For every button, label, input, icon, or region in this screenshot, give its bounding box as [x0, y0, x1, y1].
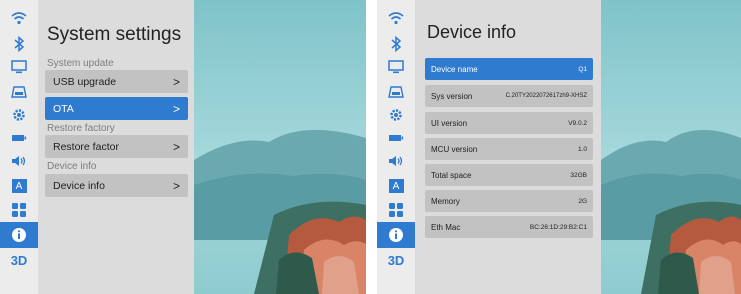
info-key: Eth Mac: [431, 222, 461, 232]
language-icon[interactable]: A: [383, 176, 409, 196]
info-value: 1.0: [577, 145, 587, 153]
projector-icon[interactable]: [6, 82, 32, 102]
info-value: 32GB: [570, 171, 587, 179]
ota-button[interactable]: OTA >: [45, 97, 188, 120]
info-value: 2G: [578, 197, 587, 205]
info-key: Total space: [431, 170, 472, 180]
bluetooth-icon[interactable]: [6, 34, 32, 54]
device-info-button[interactable]: Device info >: [45, 174, 188, 197]
apps-icon[interactable]: [383, 200, 409, 220]
language-glyph: A: [11, 179, 27, 193]
info-row-device-name[interactable]: Device name Q1: [425, 58, 593, 80]
projector-icon[interactable]: [383, 82, 409, 102]
info-key: UI version: [431, 118, 468, 128]
battery-icon[interactable]: [6, 128, 32, 148]
restore-factor-label: Restore factor: [53, 140, 119, 153]
info-value: C.20TY2022072617zh9-XHSZ: [505, 93, 587, 99]
sidebar: A 3D: [377, 0, 415, 294]
page-title: System settings: [47, 24, 182, 45]
chevron-right-icon: >: [172, 178, 180, 193]
info-row-mcu-version[interactable]: MCU version 1.0: [425, 138, 593, 160]
system-settings-screen: A 3D System settings System update USB u…: [0, 0, 366, 294]
restore-factor-button[interactable]: Restore factor >: [45, 135, 188, 158]
info-row-memory[interactable]: Memory 2G: [425, 190, 593, 212]
display-icon[interactable]: [383, 57, 409, 77]
gear-icon[interactable]: [6, 105, 32, 125]
info-icon[interactable]: [377, 222, 415, 248]
info-key: MCU version: [431, 144, 478, 154]
info-value: Q1: [578, 65, 587, 73]
usb-upgrade-button[interactable]: USB upgrade >: [45, 70, 188, 93]
battery-icon[interactable]: [383, 128, 409, 148]
device-info-screen: A 3D Device info Device name Q1 Sys vers…: [377, 0, 741, 294]
device-info-panel: Device info Device name Q1 Sys version C…: [415, 0, 601, 294]
info-row-ui-version[interactable]: UI version V9.0.2: [425, 112, 593, 134]
info-icon[interactable]: [0, 222, 38, 248]
background-landscape-image: [601, 0, 741, 294]
page-title: Device info: [427, 22, 517, 42]
apps-icon[interactable]: [6, 200, 32, 220]
speaker-icon[interactable]: [6, 151, 32, 171]
device-info-label: Device info: [53, 179, 105, 192]
section-label-restore-factory: Restore factory: [47, 123, 115, 134]
usb-upgrade-label: USB upgrade: [53, 75, 117, 88]
wifi-icon[interactable]: [6, 8, 32, 28]
info-key: Sys version: [431, 91, 473, 101]
bluetooth-icon[interactable]: [383, 34, 409, 54]
chevron-right-icon: >: [172, 74, 180, 89]
info-value: BC:26:1D:29:B2:C1: [529, 223, 587, 231]
3d-button[interactable]: 3D: [383, 250, 409, 270]
section-label-system-update: System update: [47, 58, 114, 69]
display-icon[interactable]: [6, 57, 32, 77]
3d-button[interactable]: 3D: [6, 250, 32, 270]
wifi-icon[interactable]: [383, 8, 409, 28]
gear-icon[interactable]: [383, 105, 409, 125]
info-row-sys-version[interactable]: Sys version C.20TY2022072617zh9-XHSZ: [425, 85, 593, 107]
language-icon[interactable]: A: [6, 176, 32, 196]
info-value: V9.0.2: [568, 119, 587, 127]
info-row-eth-mac[interactable]: Eth Mac BC:26:1D:29:B2:C1: [425, 216, 593, 238]
info-key: Device name: [431, 64, 478, 74]
ota-label: OTA: [53, 102, 74, 115]
background-landscape-image: [194, 0, 366, 294]
chevron-right-icon: >: [172, 101, 180, 116]
info-row-total-space[interactable]: Total space 32GB: [425, 164, 593, 186]
section-label-device-info: Device info: [47, 161, 97, 172]
language-glyph: A: [388, 179, 404, 193]
sidebar: A 3D: [0, 0, 38, 294]
info-key: Memory: [431, 196, 460, 206]
speaker-icon[interactable]: [383, 151, 409, 171]
chevron-right-icon: >: [172, 139, 180, 154]
settings-menu-panel: System settings System update USB upgrad…: [38, 0, 194, 294]
